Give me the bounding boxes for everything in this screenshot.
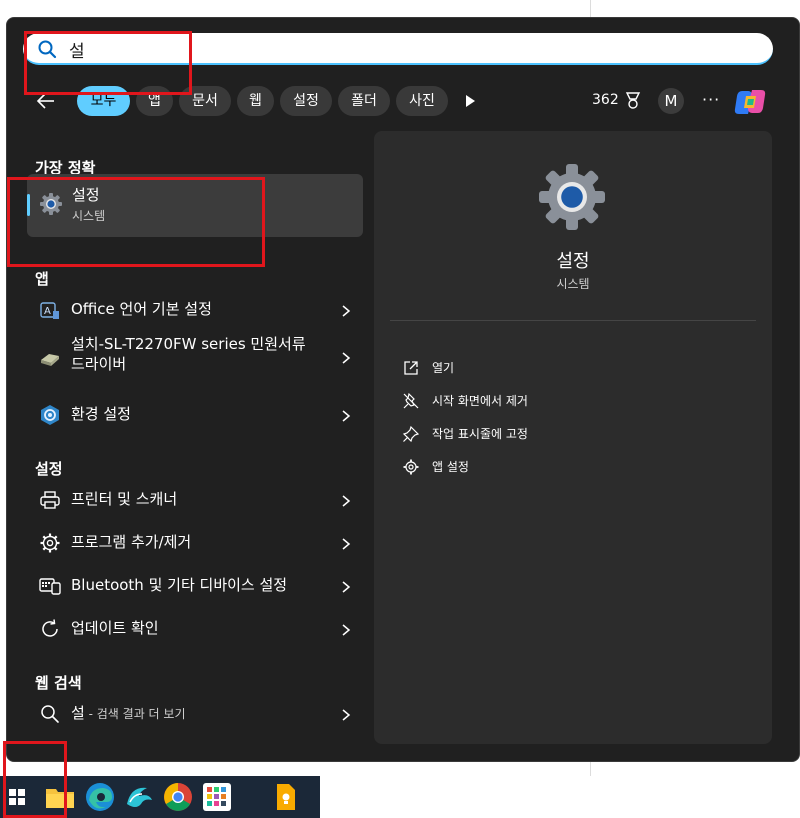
settings-item-printers[interactable]: 프린터 및 스캐너 bbox=[27, 480, 363, 520]
app-label-line2: 드라이버 bbox=[71, 355, 127, 373]
office-language-icon: A bbox=[40, 302, 59, 319]
play-icon[interactable] bbox=[462, 93, 478, 109]
action-unpin-start[interactable]: 시작 화면에서 제거 bbox=[402, 390, 742, 414]
app-item-printer-driver-installer[interactable]: 설치-SL-T2270FW series 민원서류 드라이버 bbox=[27, 334, 363, 378]
search-icon bbox=[41, 705, 59, 723]
open-external-icon bbox=[404, 361, 418, 375]
search-query-text: 설 bbox=[69, 42, 85, 62]
file-explorer-icon[interactable] bbox=[43, 780, 77, 814]
detail-subtitle: 시스템 bbox=[556, 277, 590, 291]
unpin-icon bbox=[403, 392, 419, 409]
printer-icon bbox=[40, 491, 60, 509]
detail-pane: 설정 시스템 열기 시작 화면에서 제거 작업 표시줄에 고정 앱 설정 bbox=[374, 131, 772, 744]
filter-chip-folders[interactable]: 폴더 bbox=[338, 86, 390, 116]
web-search-suffix: - 검색 결과 더 보기 bbox=[84, 707, 186, 721]
settings-gear-icon bbox=[40, 193, 62, 215]
action-open[interactable]: 열기 bbox=[402, 357, 742, 381]
action-label: 앱 설정 bbox=[432, 460, 469, 474]
back-arrow-icon[interactable] bbox=[34, 90, 58, 112]
gear-icon bbox=[403, 459, 419, 475]
action-label: 열기 bbox=[432, 361, 455, 375]
app-item-office-language[interactable]: A Office 언어 기본 설정 bbox=[27, 290, 363, 330]
app-label: 환경 설정 bbox=[71, 405, 131, 423]
installer-icon bbox=[41, 354, 59, 366]
settings-item-bluetooth[interactable]: Bluetooth 및 기타 디바이스 설정 bbox=[27, 566, 363, 606]
chrome-browser-icon[interactable] bbox=[161, 780, 195, 814]
search-input[interactable]: 설 bbox=[23, 33, 773, 65]
rewards-points: 362 bbox=[592, 92, 619, 108]
rewards-icon[interactable] bbox=[624, 90, 642, 110]
devices-icon bbox=[39, 578, 61, 595]
chevron-right-icon bbox=[342, 581, 351, 593]
preferences-icon bbox=[41, 405, 59, 425]
action-pin-taskbar[interactable]: 작업 표시줄에 고정 bbox=[402, 423, 742, 447]
filter-chip-all[interactable]: 모두 bbox=[77, 86, 130, 116]
taskbar bbox=[0, 776, 320, 818]
web-search-item[interactable]: 설 - 검색 결과 더 보기 bbox=[27, 694, 363, 734]
divider bbox=[390, 320, 756, 321]
more-options-icon[interactable]: ··· bbox=[702, 90, 720, 109]
section-title-apps: 앱 bbox=[35, 270, 49, 288]
settings-item-check-updates[interactable]: 업데이트 확인 bbox=[27, 609, 363, 649]
windows-start-icon[interactable] bbox=[0, 780, 34, 814]
app-grid-icon[interactable] bbox=[200, 780, 234, 814]
app-label: 설치-SL-T2270FW series 민원서류 bbox=[71, 335, 306, 353]
settings-label: Bluetooth 및 기타 디바이스 설정 bbox=[71, 576, 288, 594]
web-search-query: 설 bbox=[71, 704, 85, 722]
app-swirl-icon[interactable] bbox=[122, 780, 156, 814]
pin-icon bbox=[402, 425, 420, 443]
filter-chip-apps[interactable]: 앱 bbox=[136, 86, 173, 116]
settings-label: 업데이트 확인 bbox=[71, 619, 159, 637]
best-match-title: 설정 bbox=[72, 186, 100, 204]
filter-chip-web[interactable]: 웹 bbox=[237, 86, 274, 116]
chevron-right-icon bbox=[342, 305, 351, 317]
copilot-icon[interactable] bbox=[734, 87, 766, 117]
filter-chip-settings[interactable]: 설정 bbox=[280, 86, 332, 116]
chevron-right-icon bbox=[342, 624, 351, 636]
avatar[interactable]: M bbox=[658, 88, 684, 114]
app-label: Office 언어 기본 설정 bbox=[71, 300, 212, 318]
action-app-settings[interactable]: 앱 설정 bbox=[402, 456, 742, 480]
app-item-preferences[interactable]: 환경 설정 bbox=[27, 395, 363, 435]
section-title-settings: 설정 bbox=[35, 460, 63, 478]
settings-item-add-remove-programs[interactable]: 프로그램 추가/제거 bbox=[27, 523, 363, 563]
chevron-right-icon bbox=[342, 709, 351, 721]
chevron-right-icon bbox=[342, 352, 351, 364]
chevron-right-icon bbox=[342, 410, 351, 422]
section-title-web-search: 웹 검색 bbox=[35, 674, 82, 692]
refresh-icon bbox=[42, 619, 58, 637]
keep-notes-icon[interactable] bbox=[268, 780, 302, 814]
chevron-right-icon bbox=[342, 538, 351, 550]
filter-bar: 모두 앱 문서 웹 설정 폴더 사진 362 M ··· bbox=[0, 84, 800, 118]
settings-label: 프린터 및 스캐너 bbox=[71, 490, 178, 508]
settings-label: 프로그램 추가/제거 bbox=[71, 533, 192, 551]
search-icon bbox=[38, 40, 57, 59]
chevron-right-icon bbox=[342, 495, 351, 507]
web-search-label: 설 - 검색 결과 더 보기 bbox=[71, 703, 186, 724]
edge-browser-icon[interactable] bbox=[83, 780, 117, 814]
best-match-settings[interactable]: 설정 시스템 bbox=[27, 174, 363, 237]
action-label: 시작 화면에서 제거 bbox=[432, 394, 528, 408]
settings-gear-icon bbox=[539, 164, 605, 230]
svg-text:A: A bbox=[44, 306, 51, 317]
gear-icon bbox=[40, 533, 60, 553]
best-match-subtitle: 시스템 bbox=[72, 209, 106, 223]
filter-chip-documents[interactable]: 문서 bbox=[179, 86, 231, 116]
selection-indicator bbox=[27, 194, 30, 216]
action-label: 작업 표시줄에 고정 bbox=[432, 427, 528, 441]
detail-title: 설정 bbox=[556, 251, 590, 272]
filter-chip-photos[interactable]: 사진 bbox=[396, 86, 448, 116]
